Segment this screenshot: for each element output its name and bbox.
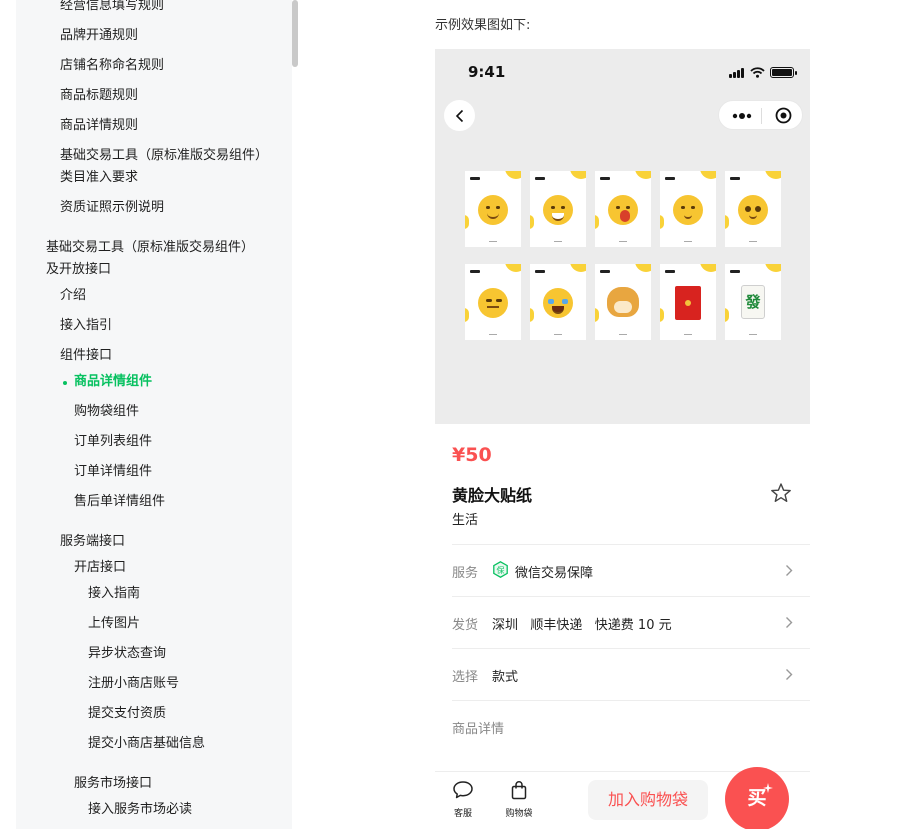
sticker-card	[595, 264, 651, 340]
doc-sidebar: 经营信息填写规则 品牌开通规则 店铺名称命名规则 商品标题规则 商品详情规则 基…	[16, 0, 292, 829]
sidebar-item-aftersale-component[interactable]: 售后单详情组件	[74, 491, 165, 513]
service-row[interactable]: 服务 保 微信交易保障	[452, 544, 810, 596]
example-phone-screenshot: 9:41 發 ¥50 黄脸大贴纸 生活 服务 保 微信交易保障 发货 深圳 顺丰…	[435, 49, 810, 829]
chevron-right-icon	[786, 565, 793, 576]
sidebar-item-store-name-rules[interactable]: 店铺名称命名规则	[60, 55, 164, 77]
service-row-value: 微信交易保障	[515, 566, 594, 581]
sidebar-item-server-api[interactable]: 服务端接口	[60, 531, 125, 553]
sidebar-item-service-market-api[interactable]: 服务市场接口	[74, 773, 152, 795]
chevron-right-icon	[786, 669, 793, 680]
example-caption: 示例效果图如下:	[435, 18, 531, 33]
sidebar-item-intro[interactable]: 介绍	[60, 285, 86, 307]
sidebar-item-product-title-rules[interactable]: 商品标题规则	[60, 85, 138, 107]
shopping-bag-icon	[511, 781, 527, 800]
sticker-card	[660, 171, 716, 247]
shipping-row-value: 深圳 顺丰快递 快递费 10 元	[492, 618, 672, 633]
sidebar-item-license-examples[interactable]: 资质证照示例说明	[60, 197, 164, 219]
add-to-cart-button[interactable]: 加入购物袋	[588, 780, 708, 820]
sticker-card	[465, 171, 521, 247]
sticker-card: 發	[725, 264, 781, 340]
product-price: ¥50	[452, 444, 492, 466]
sidebar-item-store-basic-info[interactable]: 提交小商店基础信息	[88, 733, 205, 755]
sidebar-item-open-api-section[interactable]: 基础交易工具（原标准版交易组件）及开放接口	[46, 237, 251, 281]
status-bar-icons	[729, 67, 797, 78]
sidebar-item-store-open-api[interactable]: 开店接口	[74, 557, 126, 579]
back-button[interactable]	[444, 100, 475, 131]
favorite-star-icon[interactable]	[770, 482, 792, 504]
sidebar-item-order-detail-component[interactable]: 订单详情组件	[74, 461, 152, 483]
wave-face-icon	[738, 195, 768, 225]
bottom-action-bar: 客服 购物袋 加入购物袋 买	[435, 767, 810, 829]
capsule-divider	[761, 108, 762, 124]
sticker-card	[465, 264, 521, 340]
sidebar-item-payment-qualification[interactable]: 提交支付资质	[88, 703, 166, 725]
sidebar-item-cart-component[interactable]: 购物袋组件	[74, 401, 139, 423]
side-eye-face-icon	[478, 288, 508, 318]
cart-button[interactable]: 购物袋	[499, 780, 539, 819]
shipping-row[interactable]: 发货 深圳 顺丰快递 快递费 10 元	[452, 596, 810, 648]
select-row[interactable]: 选择 款式	[452, 648, 810, 700]
smile-face-icon	[478, 195, 508, 225]
product-detail-heading: 商品详情	[452, 722, 505, 737]
select-row-value: 款式	[492, 670, 519, 685]
product-image-gallery: 9:41 發	[435, 49, 810, 424]
more-dots-icon[interactable]	[731, 108, 753, 124]
sidebar-item-product-detail-component[interactable]: 商品详情组件	[62, 371, 152, 393]
cellular-signal-icon	[729, 67, 745, 78]
sticker-card	[660, 264, 716, 340]
battery-icon	[770, 67, 797, 78]
mahjong-tile-icon: 發	[741, 285, 765, 319]
buy-now-button[interactable]: 买	[725, 767, 789, 829]
customer-service-label: 客服	[453, 809, 472, 819]
sidebar-scrollbar-thumb[interactable]	[292, 0, 298, 67]
sidebar-item-product-detail-rules[interactable]: 商品详情规则	[60, 115, 138, 137]
sidebar-item-brand-rules[interactable]: 品牌开通规则	[60, 25, 138, 47]
sidebar-item-register-account[interactable]: 注册小商店账号	[88, 673, 179, 695]
chat-bubble-icon	[453, 781, 473, 799]
laugh-cry-face-icon	[543, 288, 573, 318]
grin-face-icon	[543, 195, 573, 225]
row-divider	[452, 700, 810, 701]
sidebar-item-upload-image[interactable]: 上传图片	[88, 613, 140, 635]
sticker-card	[725, 171, 781, 247]
sidebar-item-access-guide[interactable]: 接入指南	[88, 583, 140, 605]
service-row-label: 服务	[452, 566, 479, 581]
shy-face-icon	[608, 195, 638, 225]
doge-icon	[607, 287, 639, 317]
close-target-icon[interactable]	[775, 107, 792, 124]
red-packet-icon	[675, 286, 701, 320]
status-bar-time: 9:41	[468, 63, 506, 81]
svg-text:保: 保	[497, 565, 505, 575]
sidebar-item-async-status[interactable]: 异步状态查询	[88, 643, 166, 665]
sidebar-item-service-market-readme[interactable]: 接入服务市场必读	[88, 799, 192, 821]
sidebar-item-component-api[interactable]: 组件接口	[60, 345, 112, 367]
guarantee-shield-icon: 保	[493, 561, 508, 578]
shipping-row-label: 发货	[452, 618, 479, 633]
sticker-card	[595, 171, 651, 247]
sparkle-icon	[763, 783, 773, 793]
wifi-icon	[750, 67, 765, 78]
sticker-card	[530, 264, 586, 340]
product-category: 生活	[452, 513, 479, 528]
select-row-label: 选择	[452, 670, 479, 685]
sidebar-item-order-list-component[interactable]: 订单列表组件	[74, 431, 152, 453]
miniprogram-capsule	[718, 100, 803, 130]
sticker-card	[530, 171, 586, 247]
cart-label: 购物袋	[505, 809, 533, 819]
customer-service-button[interactable]: 客服	[443, 780, 483, 819]
chevron-left-icon	[455, 109, 463, 122]
smirk-face-icon	[673, 195, 703, 225]
sidebar-item-guide[interactable]: 接入指引	[60, 315, 112, 337]
chevron-right-icon	[786, 617, 793, 628]
sidebar-item-category-requirements[interactable]: 基础交易工具（原标准版交易组件）类目准入要求	[60, 145, 265, 189]
sidebar-item-business-info-rules[interactable]: 经营信息填写规则	[60, 0, 164, 17]
product-name: 黄脸大贴纸	[452, 486, 533, 505]
